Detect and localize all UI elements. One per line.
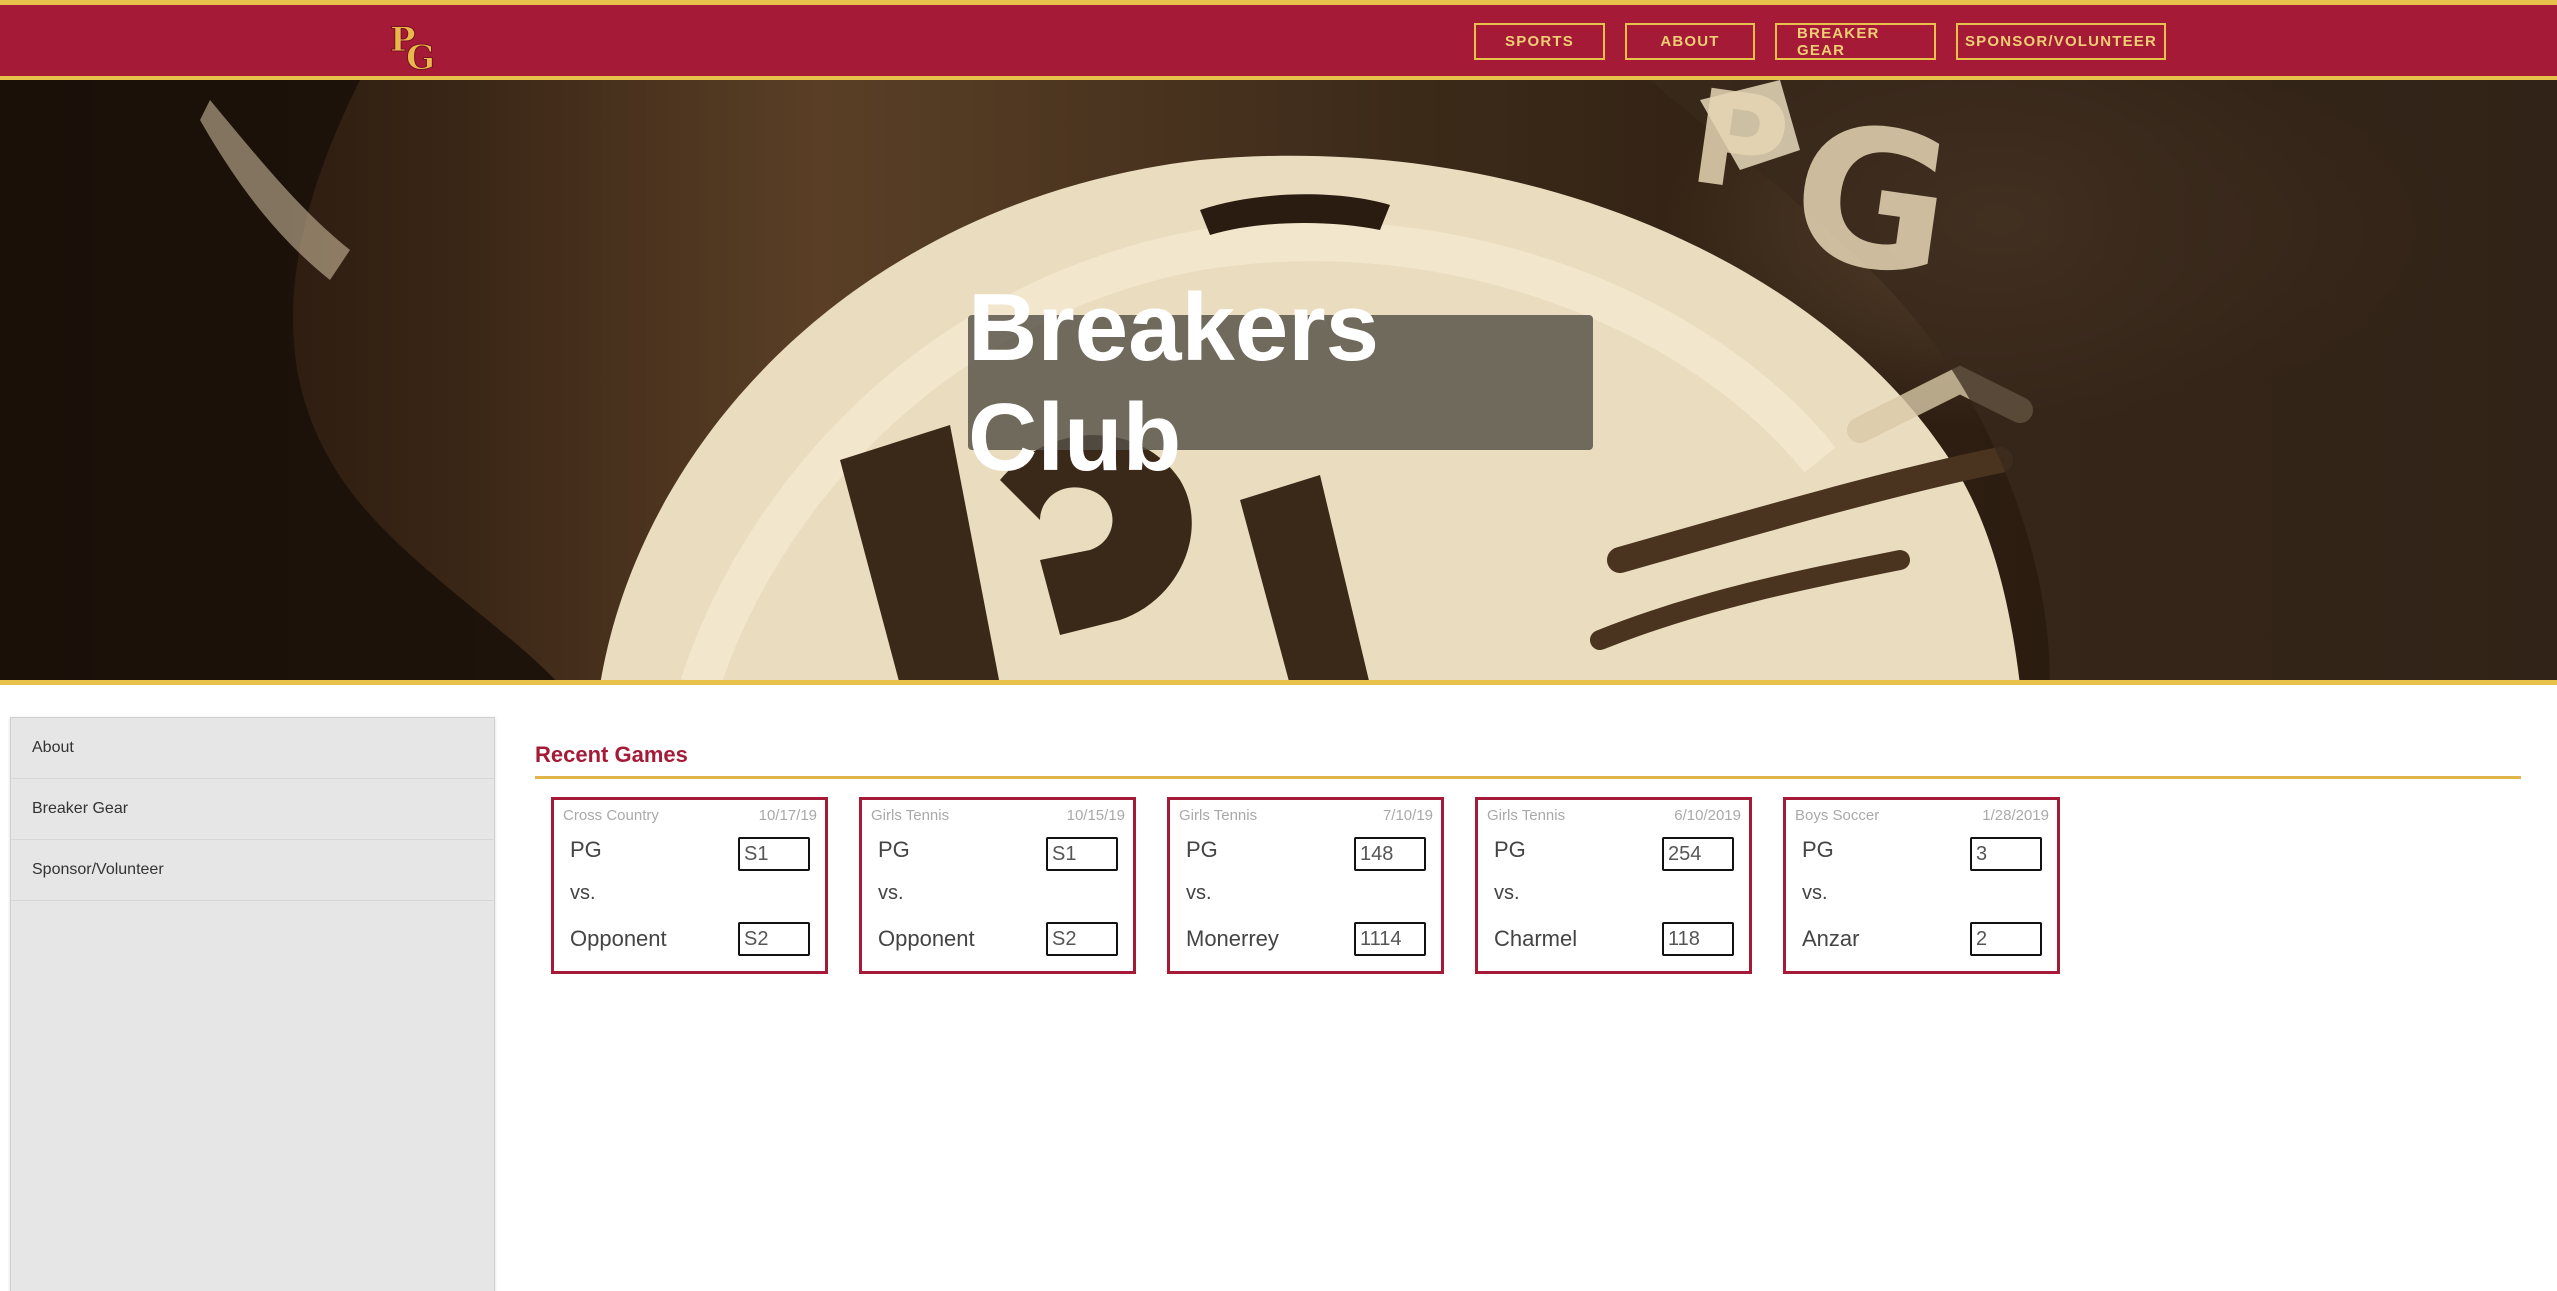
sidebar: About Breaker Gear Sponsor/Volunteer [10,717,495,1291]
game-opponent: Opponent [570,926,667,951]
opponent-score-box: S2 [1046,922,1118,956]
game-team: PG [878,837,910,862]
game-sport: Girls Tennis [1487,807,1566,824]
hero-title-box: Breakers Club [968,274,1593,491]
game-card[interactable]: Girls Tennis 10/15/19 PG vs. Opponent S1… [859,797,1136,974]
main-nav: SPORTS ABOUT BREAKER GEAR SPONSOR/VOLUNT… [1474,23,2166,60]
team-score-box: 254 [1662,837,1734,871]
opponent-score-box: 118 [1662,922,1734,956]
recent-games-divider [535,776,2521,779]
team-score-box: 148 [1354,837,1426,871]
hero-banner: G P Breakers Club [0,80,2557,685]
opponent-score-box: 1114 [1354,922,1426,956]
hero-title: Breakers Club [968,273,1379,491]
game-vs: vs. [878,882,904,904]
game-opponent: Anzar [1802,926,1860,951]
game-date: 6/10/2019 [1674,807,1741,824]
game-date: 7/10/19 [1382,807,1433,824]
opponent-score-box: 2 [1970,922,2042,956]
game-vs: vs. [1186,882,1212,904]
team-score-box: S1 [738,837,810,871]
game-card[interactable]: Girls Tennis 7/10/19 PG vs. Monerrey 148… [1167,797,1444,974]
game-date: 10/17/19 [758,807,817,824]
nav-about-button[interactable]: ABOUT [1625,23,1755,60]
game-sport: Boys Soccer [1795,807,1880,824]
recent-games-heading: Recent Games [535,742,688,767]
sidebar-item-sponsor-volunteer[interactable]: Sponsor/Volunteer [11,840,494,901]
opponent-score-box: S2 [738,922,810,956]
game-sport: Cross Country [563,807,659,824]
game-date: 10/15/19 [1066,807,1125,824]
game-sport: Girls Tennis [871,807,950,824]
game-vs: vs. [1494,882,1520,904]
nav-sponsor-volunteer-button[interactable]: SPONSOR/VOLUNTEER [1956,23,2166,60]
game-opponent: Charmel [1494,926,1578,951]
svg-text:P: P [1682,80,1798,224]
game-vs: vs. [1802,882,1828,904]
game-opponent: Monerrey [1186,926,1279,951]
top-nav-bar: P G SPORTS ABOUT BREAKER GEAR SPONSOR/VO… [0,0,2557,80]
nav-breaker-gear-button[interactable]: BREAKER GEAR [1775,23,1936,60]
recent-games-list: Cross Country 10/17/19 PG vs. Opponent S… [551,797,2060,974]
team-score-box: 3 [1970,837,2042,871]
game-card[interactable]: Boys Soccer 1/28/2019 PG vs. Anzar 3 2 [1783,797,2060,974]
sidebar-item-about[interactable]: About [11,718,494,779]
sidebar-item-breaker-gear[interactable]: Breaker Gear [11,779,494,840]
game-date: 1/28/2019 [1982,807,2049,824]
team-score-box: S1 [1046,837,1118,871]
nav-sports-button[interactable]: SPORTS [1474,23,1605,60]
game-opponent: Opponent [878,926,975,951]
svg-text:G: G [1779,80,1964,321]
game-team: PG [1494,837,1526,862]
game-team: PG [570,837,602,862]
svg-text:G: G [406,38,435,73]
pg-logo-icon[interactable]: P G [388,19,438,79]
game-vs: vs. [570,882,596,904]
game-team: PG [1186,837,1218,862]
game-team: PG [1802,837,1834,862]
game-card[interactable]: Cross Country 10/17/19 PG vs. Opponent S… [551,797,828,974]
game-sport: Girls Tennis [1179,807,1258,824]
game-card[interactable]: Girls Tennis 6/10/2019 PG vs. Charmel 25… [1475,797,1752,974]
